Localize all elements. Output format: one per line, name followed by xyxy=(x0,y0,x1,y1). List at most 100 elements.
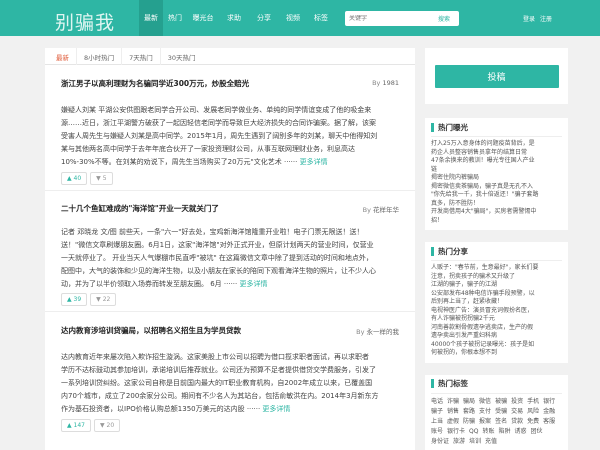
tag-link[interactable]: 培训 xyxy=(469,437,481,447)
excerpt-tail: 作为基石投资者，以IPO价格认购总额1350万美元的达内股 ······ xyxy=(61,405,261,413)
excerpt-line: 配图中，大气的装饰和少见的海洋生物，以及小朋友在家长的陪同下观看海洋生物的照片，… xyxy=(61,267,376,275)
more-link[interactable]: 更多详情 xyxy=(240,280,268,288)
list-item[interactable]: 河南善款割骨假遗孕逃卖店，生产的假 xyxy=(431,324,562,333)
nav-tags[interactable]: 标签 xyxy=(307,0,335,36)
article-title[interactable]: 浙江男子以高利理财为名骗同学近300万元，炒股全赔光 xyxy=(61,78,249,89)
tag-link[interactable]: 账号 xyxy=(431,427,443,437)
list-item[interactable]: 揭密住院内裤骗局 xyxy=(431,174,562,183)
search-button[interactable]: 搜索 xyxy=(429,11,459,26)
list-item[interactable]: 药企人员整容销售员拿年的结算日常 xyxy=(431,149,562,158)
login-link[interactable]: 登录 xyxy=(523,14,535,23)
more-link[interactable]: 更多详情 xyxy=(300,158,328,166)
article-author[interactable]: 花样年华 xyxy=(373,206,399,214)
tag-link[interactable]: 客服 xyxy=(543,417,555,427)
upvote-button[interactable]: ▲ 147 xyxy=(61,419,91,432)
list-item[interactable]: 何被拐的，你根本想不到 xyxy=(431,349,562,358)
tag-link[interactable]: 虚假 xyxy=(447,417,459,427)
upvote-button[interactable]: ▲ 40 xyxy=(61,172,88,185)
list-item[interactable]: 遗孕卖出引发严重妇科病 xyxy=(431,332,562,341)
submit-post-button[interactable]: 投稿 xyxy=(434,64,559,88)
tag-link[interactable]: 销售 xyxy=(447,407,459,417)
tag-link[interactable]: 转账 xyxy=(482,427,494,437)
article-card: 达内教育涉培训贷骗局，以招聘名义招生且为学员贷款 By 永一样的我 达内教育近年… xyxy=(45,312,415,450)
site-logo[interactable]: 别骗我 xyxy=(55,8,115,35)
list-item[interactable]: 有人诈骗被拐拐骗2千元 xyxy=(431,315,562,324)
list-item[interactable]: 江湖的骗子，骗子的江湖 xyxy=(431,281,562,290)
tab-8h-hot[interactable]: 8小时热门 xyxy=(76,48,121,65)
tab-7d-hot[interactable]: 7天热门 xyxy=(121,48,160,65)
tab-latest[interactable]: 最新 xyxy=(49,48,76,65)
upvote-button[interactable]: ▲ 39 xyxy=(61,293,88,306)
article-byline: By 永一样的我 xyxy=(356,326,399,336)
tag-link[interactable]: 免费 xyxy=(527,417,539,427)
tag-link[interactable]: 防骗 xyxy=(463,417,475,427)
tag-link[interactable]: 风险 xyxy=(527,407,539,417)
tag-link[interactable]: 旅游 xyxy=(453,437,465,447)
list-item[interactable]: 揭密微信卖茶骗局，骗子真是无孔不入 xyxy=(431,183,562,192)
list-item[interactable]: 真多，防不胜防！ xyxy=(431,200,562,209)
panel-title: 热门曝光 xyxy=(438,122,468,132)
list-item[interactable]: 公安部发布48种电信诈骗手段预警，以 xyxy=(431,290,562,299)
hot-share-list: 人贩子："春节前，生意最好"，家长们要 注意，拐卖孩子的骗术又升级了 江湖的骗子… xyxy=(431,261,562,358)
tab-30d-hot[interactable]: 30天热门 xyxy=(159,48,203,65)
tag-link[interactable]: 诱惑 xyxy=(515,427,527,437)
downvote-button[interactable]: ▼ 20 xyxy=(93,419,121,432)
search-input[interactable] xyxy=(345,15,429,22)
tag-link[interactable]: 充值 xyxy=(485,437,497,447)
panel-header: 热门分享 xyxy=(431,242,562,261)
tag-link[interactable]: 套路 xyxy=(463,407,475,417)
tag-link[interactable]: 微信 xyxy=(479,397,491,407)
tag-link[interactable]: 电话 xyxy=(431,397,443,407)
register-link[interactable]: 注册 xyxy=(540,14,552,23)
tag-link[interactable]: 支付 xyxy=(479,407,491,417)
tag-link[interactable]: 被骗 xyxy=(495,397,507,407)
list-item[interactable]: 后别再上当了，赶紧收藏！ xyxy=(431,298,562,307)
tag-link[interactable]: QQ xyxy=(469,427,478,437)
nav-video[interactable]: 视频 xyxy=(279,0,307,36)
tag-link[interactable]: 投资 xyxy=(511,397,523,407)
tag-link[interactable]: 诈骗 xyxy=(447,397,459,407)
list-item[interactable]: "你先给我一千，我十倍返还！"骗子套路 xyxy=(431,191,562,200)
nav-help[interactable]: 求助 xyxy=(219,0,249,36)
nav-hot[interactable]: 热门 xyxy=(163,0,187,36)
tag-link[interactable]: 受骗 xyxy=(495,407,507,417)
list-item[interactable]: 注意，拐卖孩子的骗术又升级了 xyxy=(431,273,562,282)
tag-link[interactable]: 上当 xyxy=(431,417,443,427)
list-item[interactable]: 打入25万入意身体的问题疫苗背后，是 xyxy=(431,140,562,149)
tag-link[interactable]: 签名 xyxy=(495,417,507,427)
vote-bar: ▲ 40 ▼ 5 xyxy=(61,172,113,185)
excerpt-line: 某与其他两名高中同学于去年年底合伙开了一家投资理财公司，从事互联网理财业务，利息… xyxy=(61,145,355,153)
tag-link[interactable]: 报案 xyxy=(479,417,491,427)
tag-link[interactable]: 银行 xyxy=(543,397,555,407)
list-item[interactable]: 电视神医广告：演员冒充词假扮名医， xyxy=(431,307,562,316)
tag-link[interactable]: 金融 xyxy=(543,407,555,417)
article-title[interactable]: 达内教育涉培训贷骗局，以招聘名义招生且为学员贷款 xyxy=(61,325,241,336)
article-title[interactable]: 二十几个鱼缸难成的"海洋馆"开业一天就关门了 xyxy=(61,203,219,214)
tag-link[interactable]: 手机 xyxy=(527,397,539,407)
tag-link[interactable]: 骗局 xyxy=(463,397,475,407)
tag-link[interactable]: 骗子 xyxy=(431,407,443,417)
list-item[interactable]: 人贩子："春节前，生意最好"，家长们要 xyxy=(431,264,562,273)
tag-link[interactable]: 贷款 xyxy=(511,417,523,427)
nav-share[interactable]: 分享 xyxy=(249,0,279,36)
excerpt-line: 记者 邓晓龙 文/图 前些天，一条"六一"好去处，宝鸡新海洋馆隆重开业啦！电子门… xyxy=(61,228,364,236)
downvote-button[interactable]: ▼ 22 xyxy=(90,293,117,306)
tag-link[interactable]: 身份证 xyxy=(431,437,449,447)
excerpt-line: 一系列培训贷纠纷。这家公司自称是目前国内最大的IT职业教育机构，自2002年成立… xyxy=(61,379,373,387)
more-link[interactable]: 更多详情 xyxy=(262,405,290,413)
nav-latest[interactable]: 最新 xyxy=(139,0,163,36)
nav-exposure[interactable]: 曝光台 xyxy=(187,0,219,36)
tag-link[interactable]: 交易 xyxy=(511,407,523,417)
list-item[interactable]: 招！ xyxy=(431,217,562,226)
list-item[interactable]: 链 xyxy=(431,166,562,175)
excerpt-line: 达内教育近年来屡次陷入欺诈招生漩涡。这家美股上市公司以招聘为借口揽求职者面试，再… xyxy=(61,353,369,361)
list-item[interactable]: 40000个孩子被拐记录曝光：孩子是如 xyxy=(431,341,562,350)
tag-link[interactable]: 团伙 xyxy=(531,427,543,437)
list-item[interactable]: 开发商借用4大"骗局"，买房者需警惕中 xyxy=(431,208,562,217)
article-author[interactable]: 1981 xyxy=(382,79,399,87)
tag-link[interactable]: 陷阱 xyxy=(499,427,511,437)
article-author[interactable]: 永一样的我 xyxy=(367,328,400,336)
downvote-button[interactable]: ▼ 5 xyxy=(90,172,113,185)
list-item[interactable]: 47条余换来的教训！曝光专往国人产业 xyxy=(431,157,562,166)
tag-link[interactable]: 银行卡 xyxy=(447,427,465,437)
